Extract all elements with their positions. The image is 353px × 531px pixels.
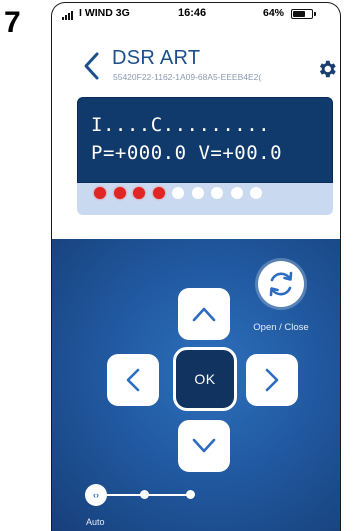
led-indicator bbox=[211, 187, 223, 199]
lcd-screen: I....C......... P=+000.0 V=+00.0 bbox=[77, 97, 333, 183]
led-indicator bbox=[133, 187, 145, 199]
chevron-left-icon bbox=[84, 52, 99, 80]
slider-arrows-icon: ‹› bbox=[93, 490, 99, 500]
status-time: 16:46 bbox=[178, 7, 207, 19]
slider-mode-label: Auto bbox=[86, 517, 105, 527]
chevron-up-icon bbox=[192, 307, 216, 322]
led-indicator bbox=[230, 187, 243, 199]
device-title: DSR ART bbox=[112, 47, 201, 69]
mode-slider-stop[interactable] bbox=[140, 490, 149, 499]
chevron-right-icon bbox=[265, 368, 279, 392]
down-button[interactable] bbox=[178, 420, 230, 472]
battery-percentage: 64% bbox=[263, 7, 285, 19]
ok-button-label: OK bbox=[194, 371, 216, 387]
left-button[interactable] bbox=[107, 354, 159, 406]
rotate-arrows-icon bbox=[269, 271, 293, 297]
figure-number: 7 bbox=[4, 6, 21, 39]
settings-button[interactable] bbox=[316, 58, 338, 80]
open-close-label: Open / Close bbox=[253, 322, 309, 333]
page: 7 I WIND 3G 16:46 64% DSR ART 55420F22-1… bbox=[0, 0, 353, 531]
mode-slider-thumb[interactable]: ‹› bbox=[85, 484, 107, 506]
led-indicator bbox=[152, 187, 165, 199]
led-indicator-row bbox=[94, 187, 262, 199]
led-indicator bbox=[172, 187, 184, 199]
chevron-down-icon bbox=[192, 438, 216, 453]
led-indicator bbox=[113, 187, 126, 199]
chevron-left-icon bbox=[126, 368, 140, 392]
led-indicator bbox=[250, 187, 262, 199]
signal-strength-icon bbox=[62, 11, 73, 20]
lcd-line-1: I....C......... bbox=[91, 114, 271, 136]
carrier-label: I WIND 3G bbox=[79, 7, 130, 19]
status-bar: I WIND 3G 16:46 64% bbox=[52, 3, 340, 25]
phone-screen: I WIND 3G 16:46 64% DSR ART 55420F22-116… bbox=[51, 2, 341, 531]
device-id: 55420F22-1162-1A09-68A5-EEEB4E2( bbox=[113, 72, 262, 82]
battery-icon bbox=[291, 9, 313, 19]
lcd-line-2: P=+000.0 V=+00.0 bbox=[91, 142, 283, 164]
mode-slider-stop[interactable] bbox=[186, 490, 195, 499]
right-button[interactable] bbox=[246, 354, 298, 406]
back-button[interactable] bbox=[82, 51, 102, 81]
up-button[interactable] bbox=[178, 288, 230, 340]
led-indicator bbox=[191, 187, 204, 199]
open-close-button[interactable] bbox=[258, 261, 304, 307]
battery-cap bbox=[314, 12, 316, 16]
ok-button[interactable]: OK bbox=[173, 347, 237, 411]
led-indicator bbox=[94, 187, 106, 199]
battery-fill bbox=[293, 11, 305, 17]
gear-icon bbox=[319, 60, 336, 78]
